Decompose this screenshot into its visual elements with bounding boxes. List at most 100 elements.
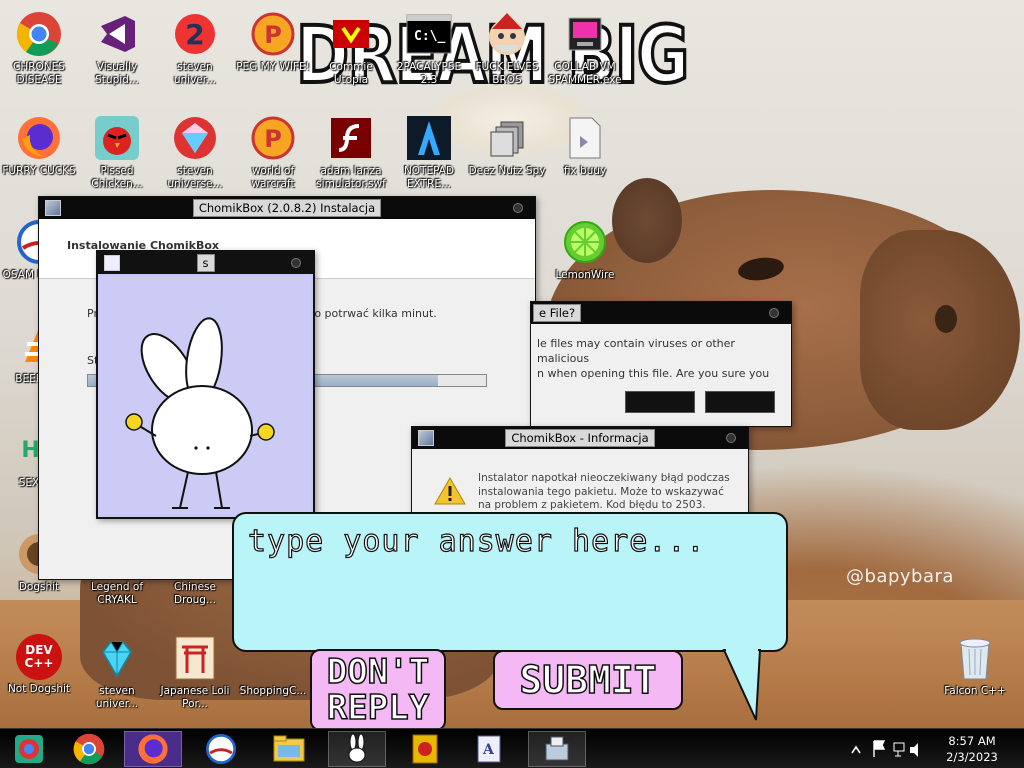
taskbar-item-chrome-alt[interactable] <box>0 731 58 767</box>
warning-icon <box>434 477 466 505</box>
installer-icon <box>45 200 61 216</box>
desktop-icon-falcon[interactable]: Falcon C++ <box>936 630 1014 726</box>
bunny-window: s <box>96 250 315 519</box>
chrome-alt-icon <box>15 735 43 763</box>
open-file-warning-dialog: e File? le files may contain viruses or … <box>530 301 792 427</box>
recycle-bin-icon <box>951 634 999 682</box>
torii-book-icon <box>412 734 438 764</box>
tray-icons <box>851 740 918 757</box>
watermark: @bapybara <box>846 566 954 587</box>
desktop-icon-steven-gem[interactable]: steven universe... <box>156 110 234 206</box>
bunny-icon <box>348 733 366 763</box>
bunny-app-icon <box>104 255 120 271</box>
desktop-icon-2pacalypse[interactable]: C:\_ 2PACALYPSE 2.3 <box>390 6 468 102</box>
bunny-titlebar[interactable]: s <box>98 252 313 274</box>
desktop-icon-flash[interactable]: adam lanza simulator.swf <box>312 110 390 206</box>
taskbar-item-explorer[interactable] <box>260 731 318 767</box>
warning-titlebar[interactable]: e File? <box>531 302 791 324</box>
warning-cancel-button[interactable] <box>705 391 775 413</box>
warning-body: le files may contain viruses or other ma… <box>537 337 770 380</box>
installer-titlebar[interactable]: ChomikBox (2.0.8.2) Instalacja <box>39 197 535 219</box>
desktop-icon-wow[interactable]: P world of warcraft <box>234 110 312 206</box>
desktop-icon-pissed-chicken[interactable]: Pissed Chicken... <box>78 110 156 206</box>
taskbar-item-bunny[interactable] <box>328 731 386 767</box>
chevron-up-icon <box>851 745 861 754</box>
desktop-icon-fix[interactable]: fix buuy <box>546 110 624 206</box>
warning-open-button[interactable] <box>625 391 695 413</box>
svg-text:P: P <box>264 125 282 153</box>
chrome-icon <box>15 10 63 58</box>
desktop-icon-japanese[interactable]: Japanese Loli Por... <box>156 630 234 726</box>
notepad-extreme-icon <box>405 114 453 162</box>
taskbar-item-chrome[interactable] <box>60 731 118 767</box>
info-titlebar[interactable]: ChomikBox - Informacja <box>412 427 748 449</box>
close-icon[interactable] <box>769 308 779 318</box>
diamond-icon <box>93 634 141 682</box>
angry-birds-icon <box>93 114 141 162</box>
cmd-icon: C:\_ <box>405 10 453 58</box>
spammer-icon <box>561 10 609 58</box>
submit-button[interactable]: SUBMIT <box>493 650 683 710</box>
desktop-icon-chrones[interactable]: CHRONES DISEASE <box>0 6 78 102</box>
flash-icon <box>327 114 375 162</box>
copy-icon <box>483 114 531 162</box>
taskbar: A 8:57 AM 2/3/2023 <box>0 728 1024 768</box>
svg-text:P: P <box>264 21 282 49</box>
installer-title: ChomikBox (2.0.8.2) Instalacja <box>192 199 382 217</box>
network-icon <box>893 742 905 752</box>
close-icon[interactable] <box>291 258 301 268</box>
close-icon[interactable] <box>513 203 523 213</box>
obama-icon <box>206 734 236 764</box>
torii-icon <box>171 634 219 682</box>
taskbar-item-firefox[interactable] <box>124 731 182 767</box>
chrome-icon <box>73 733 105 765</box>
dev-cpp-icon: DEV C++ <box>16 634 62 680</box>
chomikbox-info-dialog: ChomikBox - Informacja Instalator napotk… <box>411 426 749 524</box>
dont-reply-button[interactable]: DON'T REPLY <box>310 649 446 731</box>
taskbar-item-book[interactable] <box>396 731 454 767</box>
clock-date: 2/3/2023 <box>946 750 998 764</box>
close-icon[interactable] <box>726 433 736 443</box>
desktop-icon-collab[interactable]: COLLAB VM SPAMMER.exe <box>546 6 624 102</box>
capybara-nostril <box>935 305 957 333</box>
desktop-icon-peg[interactable]: P PEG MY WIFE! <box>234 6 312 102</box>
visual-studio-icon <box>93 10 141 58</box>
svg-text:2: 2 <box>185 18 204 51</box>
peggle-icon: P <box>249 10 297 58</box>
taskbar-item-installer[interactable] <box>528 731 586 767</box>
svg-text:C:\_: C:\_ <box>414 29 445 44</box>
installer-icon <box>545 736 569 761</box>
bunny-canvas <box>100 276 311 515</box>
desktop-icon-commie[interactable]: Commie Utopia <box>312 6 390 102</box>
volume-icon <box>910 743 918 757</box>
explorer-icon <box>273 735 305 762</box>
bunny-title: s <box>196 254 215 272</box>
file-icon <box>561 114 609 162</box>
desktop-icon-lemonwire[interactable]: LemonWire <box>546 214 624 310</box>
desktop-icon-notepad-extreme[interactable]: NOTEPAD EXTRE... <box>390 110 468 206</box>
desktop-icon-not-dogshit[interactable]: DEV C++ Not Dogshit <box>0 630 78 726</box>
firefox-icon <box>15 114 63 162</box>
desktop-icon-elves[interactable]: FUCK ELVES BROS <box>468 6 546 102</box>
clock-time: 8:57 AM <box>948 734 996 748</box>
taskbar-item-wordpad[interactable]: A <box>460 731 518 767</box>
desktop-icon-steven-diamond[interactable]: steven univer... <box>78 630 156 726</box>
bunny-icon <box>125 317 275 509</box>
elf-icon <box>483 10 531 58</box>
gem-icon <box>171 114 219 162</box>
info-message: Instalator napotkał nieoczekiwany błąd p… <box>478 472 730 511</box>
svg-text:A: A <box>482 742 495 758</box>
limewire-icon <box>561 218 609 266</box>
peggle-icon: P <box>249 114 297 162</box>
desktop-icon-furry[interactable]: FURRY CUCKS <box>0 110 78 206</box>
desktop-icon-steven-2[interactable]: 2 steven univer... <box>156 6 234 102</box>
steven-universe-2-icon: 2 <box>171 10 219 58</box>
warning-title: e File? <box>533 304 582 322</box>
taskbar-item-obama[interactable] <box>192 731 250 767</box>
commie-icon <box>327 10 375 58</box>
answer-input[interactable]: type your answer here... <box>247 523 768 559</box>
wordpad-icon: A <box>477 735 501 763</box>
clock[interactable]: 8:57 AM 2/3/2023 <box>932 733 1012 765</box>
desktop-icon-visual-studio[interactable]: Visually Stupid... <box>78 6 156 102</box>
desktop-icon-deez[interactable]: Deez Nutz Spy <box>468 110 546 206</box>
